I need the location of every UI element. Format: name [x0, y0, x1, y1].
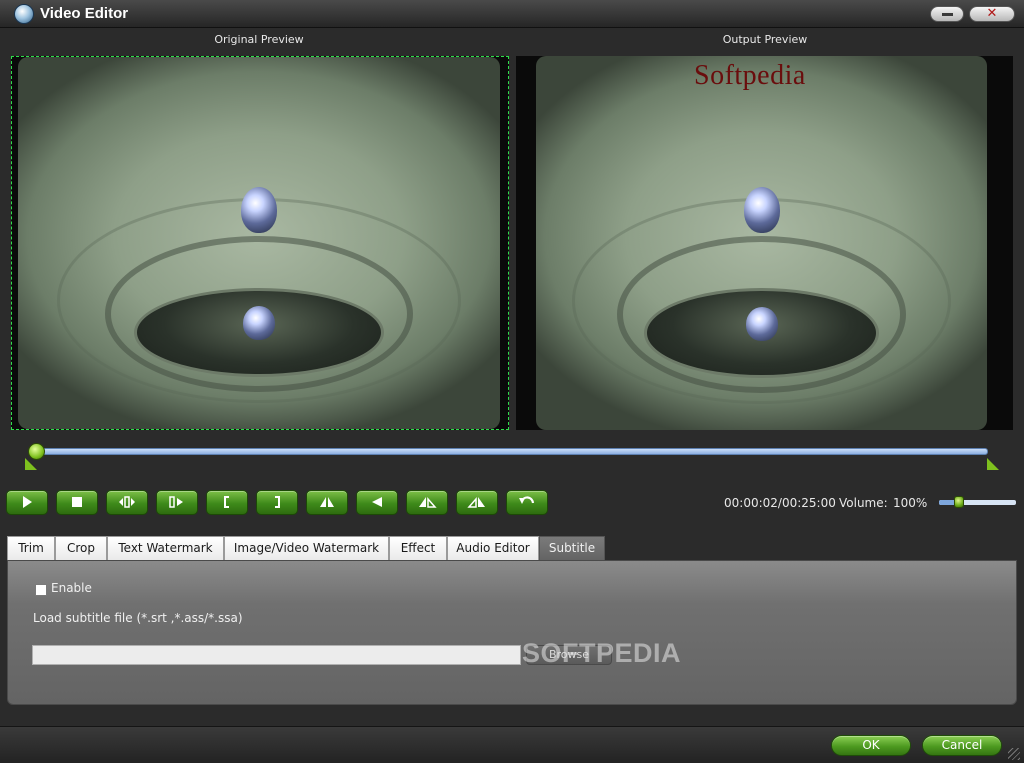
seek-bar[interactable] [40, 448, 988, 455]
next-frame-icon [169, 496, 183, 508]
play-button[interactable] [6, 490, 48, 515]
trim-end-marker[interactable] [987, 458, 999, 470]
rotate-left-button[interactable] [406, 490, 448, 515]
rotate-right-icon [467, 497, 485, 508]
water-drop [745, 306, 778, 341]
subtitle-panel [7, 560, 1017, 705]
minimize-button[interactable] [930, 6, 964, 22]
original-video-frame [18, 57, 500, 429]
stop-icon [72, 497, 82, 507]
volume-label: Volume: [839, 496, 888, 510]
mark-out-button[interactable] [256, 490, 298, 515]
original-preview-pane[interactable] [11, 56, 509, 430]
load-subtitle-label: Load subtitle file (*.srt ,*.ass/*.ssa) [33, 611, 243, 625]
next-frame-button[interactable] [156, 490, 198, 515]
tab-trim[interactable]: Trim [7, 536, 55, 561]
enable-label: Enable [51, 581, 92, 595]
tab-image-video-watermark[interactable]: Image/Video Watermark [224, 536, 389, 561]
tab-subtitle[interactable]: Subtitle [539, 536, 605, 561]
tab-text-watermark[interactable]: Text Watermark [107, 536, 224, 561]
reset-button[interactable] [506, 490, 548, 515]
mark-in-button[interactable] [206, 490, 248, 515]
mark-out-icon [275, 496, 280, 508]
output-text-watermark: Softpedia [694, 60, 806, 91]
prev-frame-button[interactable] [106, 490, 148, 515]
cancel-button[interactable]: Cancel [922, 735, 1002, 756]
ok-button[interactable]: OK [831, 735, 911, 756]
app-logo-icon [14, 4, 34, 24]
output-preview-label: Output Preview [722, 33, 808, 46]
tab-crop[interactable]: Crop [55, 536, 107, 561]
window-title: Video Editor [40, 5, 129, 22]
flip-vertical-icon [372, 497, 382, 507]
water-drop [241, 187, 277, 234]
flip-horizontal-icon [320, 497, 334, 507]
browse-button[interactable]: Browse [526, 645, 612, 665]
flip-horizontal-button[interactable] [306, 490, 348, 515]
water-drop [743, 186, 780, 233]
stop-button[interactable] [56, 490, 98, 515]
output-video-frame [536, 56, 987, 430]
output-preview-pane: Softpedia [516, 56, 1013, 430]
tab-audio-editor[interactable]: Audio Editor [447, 536, 539, 561]
volume-value: 100% [893, 496, 928, 510]
undo-icon [519, 496, 535, 504]
original-preview-label: Original Preview [214, 33, 304, 46]
close-icon: ✕ [986, 6, 998, 21]
mark-in-icon [224, 496, 229, 508]
title-bar: Video Editor ✕ [0, 0, 1024, 28]
close-button[interactable]: ✕ [969, 6, 1015, 22]
flip-vertical-button[interactable] [356, 490, 398, 515]
play-icon [23, 496, 32, 508]
subtitle-file-field[interactable] [32, 645, 521, 665]
prev-frame-icon [119, 496, 135, 508]
seek-handle[interactable] [28, 443, 45, 460]
volume-slider-handle[interactable] [954, 496, 964, 508]
playback-time: 00:00:02/00:25:00 [724, 496, 836, 510]
water-drop [243, 306, 275, 341]
enable-checkbox[interactable] [35, 584, 47, 596]
resize-grip-icon[interactable] [1008, 748, 1020, 760]
rotate-left-icon [419, 497, 437, 508]
rotate-right-button[interactable] [456, 490, 498, 515]
tab-effect[interactable]: Effect [389, 536, 447, 561]
